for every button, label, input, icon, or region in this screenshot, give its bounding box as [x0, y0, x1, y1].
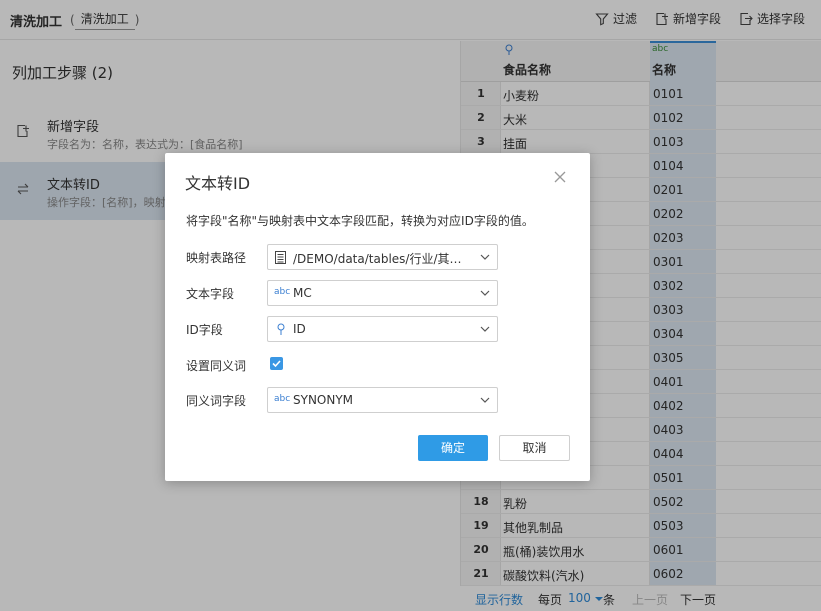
table-icon: [275, 251, 286, 264]
confirm-button[interactable]: 确定: [418, 435, 488, 461]
synonym-field-label: 同义词字段: [186, 394, 247, 408]
check-icon: [272, 360, 281, 368]
id-field-row: ID字段 ID: [186, 316, 576, 342]
chevron-down-icon: [480, 326, 490, 332]
chevron-down-icon: [480, 290, 490, 296]
text-field-label: 文本字段: [186, 287, 235, 301]
text-field-value: MC: [293, 286, 312, 300]
synonym-toggle-row: 设置同义词: [186, 352, 576, 378]
chevron-down-icon: [480, 397, 490, 403]
synonym-field-value: SYNONYM: [293, 393, 354, 407]
mapping-table-row: 映射表路径 /DEMO/data/tables/行业/其它数...: [186, 244, 576, 270]
text-type-icon: abc: [274, 287, 291, 297]
cancel-button[interactable]: 取消: [499, 435, 570, 461]
dialog-description: 将字段"名称"与映射表中文本字段匹配，转换为对应ID字段的值。: [186, 214, 534, 228]
dialog-title: 文本转ID: [185, 174, 251, 193]
text-type-icon: abc: [274, 394, 291, 404]
text-to-id-dialog: 文本转ID 将字段"名称"与映射表中文本字段匹配，转换为对应ID字段的值。 映射…: [165, 153, 590, 481]
id-field-icon: [277, 323, 285, 335]
mapping-table-label: 映射表路径: [186, 251, 247, 265]
close-icon[interactable]: [553, 170, 567, 184]
id-field-label: ID字段: [186, 323, 223, 337]
synonym-checkbox[interactable]: [270, 357, 283, 370]
synonym-label: 设置同义词: [186, 359, 247, 373]
text-field-row: 文本字段 abc MC: [186, 280, 576, 306]
synonym-field-select[interactable]: abc SYNONYM: [267, 387, 498, 413]
mapping-table-select[interactable]: /DEMO/data/tables/行业/其它数...: [267, 244, 498, 270]
text-field-select[interactable]: abc MC: [267, 280, 498, 306]
mapping-table-value: /DEMO/data/tables/行业/其它数...: [293, 252, 471, 266]
synonym-field-row: 同义词字段 abc SYNONYM: [186, 387, 576, 413]
id-field-value: ID: [293, 322, 306, 336]
id-field-select[interactable]: ID: [267, 316, 498, 342]
chevron-down-icon: [480, 254, 490, 260]
